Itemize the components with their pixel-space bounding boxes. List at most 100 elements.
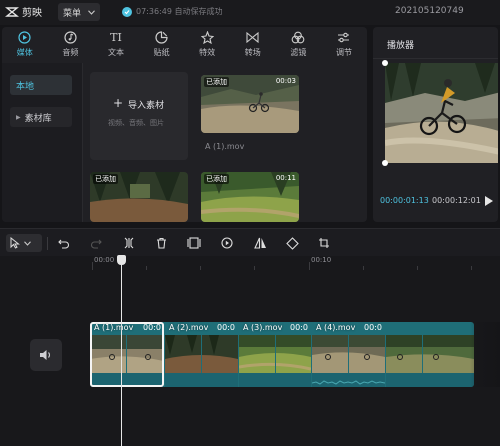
divider xyxy=(373,58,498,59)
freeze-frame-button[interactable] xyxy=(186,235,202,251)
play-circle-icon xyxy=(221,237,233,249)
clip-name: A (1).mov xyxy=(94,323,134,332)
clip-audio-strip xyxy=(165,373,238,387)
menu-label: 菜单 xyxy=(63,8,82,19)
media-thumbnail[interactable]: 已添加 xyxy=(90,172,188,222)
clip-duration: 00:0 xyxy=(364,323,382,332)
tab-text[interactable]: TI 文本 xyxy=(93,27,139,61)
adjust-icon xyxy=(336,31,352,45)
tab-adjust[interactable]: 调节 xyxy=(321,27,367,61)
ruler-tick xyxy=(92,262,93,270)
track-fade xyxy=(470,322,500,387)
duration-label: 00:03 xyxy=(275,77,296,85)
timeline-clip[interactable]: A (3).mov 00:0 xyxy=(239,322,311,387)
undo-button[interactable] xyxy=(56,235,72,251)
tab-label: 特效 xyxy=(199,47,216,57)
cursor-icon xyxy=(10,237,20,249)
title-bar: 剪映 菜单 07:36:49 自动保存成功 202105120749 xyxy=(0,0,500,25)
plus-icon: + xyxy=(113,96,124,110)
ruler-tick xyxy=(363,266,364,270)
media-sidebar: 本地 ▶ 素材库 xyxy=(2,63,82,222)
project-title: 202105120749 xyxy=(395,6,464,16)
timeline-clip[interactable] xyxy=(386,322,474,387)
ruler-tick xyxy=(254,266,255,270)
video-preview[interactable] xyxy=(385,63,498,163)
chevron-down-icon xyxy=(88,9,95,15)
rotate-button[interactable] xyxy=(284,235,300,251)
ruler-tick xyxy=(417,266,418,270)
tab-media[interactable]: 媒体 xyxy=(2,27,48,61)
sidebar-item-label: 本地 xyxy=(16,81,35,92)
tab-label: 滤镜 xyxy=(290,47,307,57)
added-badge: 已添加 xyxy=(93,174,118,184)
speaker-icon xyxy=(40,350,51,360)
timeline-clip[interactable]: A (4).mov 00:0 xyxy=(312,322,385,387)
trash-icon xyxy=(156,237,166,249)
menu-button[interactable]: 菜单 xyxy=(58,3,100,21)
tab-label: 媒体 xyxy=(16,47,33,57)
clip-duration: 00:0 xyxy=(217,323,235,332)
media-thumbnail[interactable]: 已添加 00:03 xyxy=(201,75,299,133)
tab-label: 音频 xyxy=(62,47,79,57)
media-icon xyxy=(17,31,33,45)
ruler-label: 00:10 xyxy=(311,256,332,264)
text-icon: TI xyxy=(110,31,122,44)
clip-audio-strip xyxy=(312,373,385,387)
tab-effects[interactable]: 特效 xyxy=(184,27,230,61)
timeline-clip[interactable]: A (2).mov 00:0 xyxy=(165,322,238,387)
sidebar-item-library[interactable]: ▶ 素材库 xyxy=(10,107,72,127)
tab-sticker[interactable]: 贴纸 xyxy=(139,27,185,61)
clip-name: A (4).mov xyxy=(316,323,356,332)
app-logo: 剪映 xyxy=(5,4,42,19)
crop-button[interactable] xyxy=(316,235,332,251)
select-tool-button[interactable] xyxy=(6,234,42,252)
mirror-icon xyxy=(253,237,266,249)
divider xyxy=(82,63,83,222)
clip-duration: 00:0 xyxy=(143,323,161,332)
added-badge: 已添加 xyxy=(204,174,229,184)
tab-transition[interactable]: 转场 xyxy=(230,27,276,61)
mirror-button[interactable] xyxy=(252,235,268,251)
import-media-button[interactable]: + 导入素材 视频、音频、图片 xyxy=(90,72,188,160)
timeline-toolbar xyxy=(0,228,500,256)
clip-name: A (3).mov xyxy=(243,323,283,332)
ruler-tick xyxy=(200,266,201,270)
track-mute-button[interactable] xyxy=(30,339,62,371)
sidebar-item-local[interactable]: 本地 xyxy=(10,75,72,95)
total-time: 00:00:12:01 xyxy=(432,196,481,205)
ruler-tick xyxy=(309,262,310,270)
player-title: 播放器 xyxy=(387,41,415,51)
duration-label: 00:11 xyxy=(275,174,296,182)
ruler-label: 00:00 xyxy=(94,256,115,264)
crop-handle[interactable] xyxy=(382,60,388,66)
clip-frames xyxy=(386,335,474,373)
sidebar-item-label: 素材库 xyxy=(24,113,52,124)
filter-icon xyxy=(290,31,306,45)
redo-icon xyxy=(91,239,102,249)
tab-label: 转场 xyxy=(244,47,261,57)
transition-icon xyxy=(245,31,261,45)
import-label: 导入素材 xyxy=(128,101,165,111)
play-icon[interactable] xyxy=(484,195,494,207)
effects-icon xyxy=(199,31,215,45)
crop-icon xyxy=(319,238,329,248)
split-button[interactable] xyxy=(121,235,137,251)
caret-right-icon: ▶ xyxy=(16,113,21,121)
clip-frames xyxy=(165,335,238,373)
media-thumbnail[interactable]: 已添加 00:11 xyxy=(201,172,299,222)
tab-label: 调节 xyxy=(335,47,352,57)
time-ruler[interactable]: 00:00 00:10 xyxy=(0,256,500,270)
tab-audio[interactable]: 音频 xyxy=(48,27,94,61)
delete-button[interactable] xyxy=(153,235,169,251)
ruler-tick xyxy=(146,266,147,270)
tab-filter[interactable]: 滤镜 xyxy=(276,27,322,61)
media-filename: A (1).mov xyxy=(205,142,245,151)
redo-button[interactable] xyxy=(88,235,104,251)
save-status-text: 07:36:49 自动保存成功 xyxy=(136,7,223,16)
media-panel: 媒体 音频 TI 文本 贴纸 特效 转场 滤镜 调节 本地 ▶ 素材库 + 导入… xyxy=(2,27,367,222)
playhead-line[interactable] xyxy=(121,259,122,446)
crop-handle[interactable] xyxy=(382,160,388,166)
playhead-handle[interactable] xyxy=(117,255,126,265)
play-range-button[interactable] xyxy=(219,235,235,251)
added-badge: 已添加 xyxy=(204,77,229,87)
